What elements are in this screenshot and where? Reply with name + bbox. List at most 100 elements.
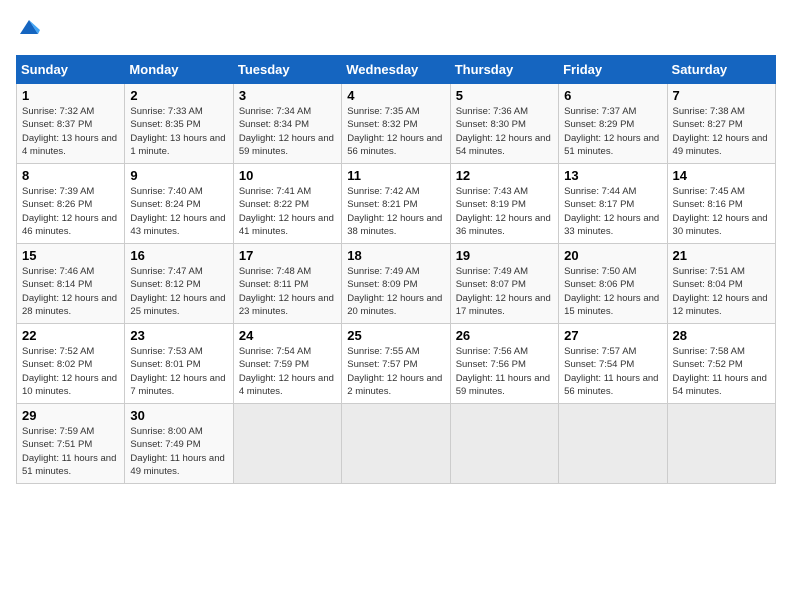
calendar-day-cell: 26 Sunrise: 7:56 AM Sunset: 7:56 PM Dayl… bbox=[450, 324, 558, 404]
page-header bbox=[16, 16, 776, 43]
day-number: 9 bbox=[130, 168, 227, 183]
calendar-week-row: 8 Sunrise: 7:39 AM Sunset: 8:26 PM Dayli… bbox=[17, 164, 776, 244]
calendar-day-cell: 25 Sunrise: 7:55 AM Sunset: 7:57 PM Dayl… bbox=[342, 324, 450, 404]
calendar-day-cell: 3 Sunrise: 7:34 AM Sunset: 8:34 PM Dayli… bbox=[233, 84, 341, 164]
column-header-tuesday: Tuesday bbox=[233, 56, 341, 84]
day-info: Sunrise: 7:52 AM Sunset: 8:02 PM Dayligh… bbox=[22, 345, 119, 398]
calendar-day-cell: 11 Sunrise: 7:42 AM Sunset: 8:21 PM Dayl… bbox=[342, 164, 450, 244]
day-number: 10 bbox=[239, 168, 336, 183]
day-number: 13 bbox=[564, 168, 661, 183]
column-header-saturday: Saturday bbox=[667, 56, 775, 84]
column-header-monday: Monday bbox=[125, 56, 233, 84]
calendar-day-cell: 13 Sunrise: 7:44 AM Sunset: 8:17 PM Dayl… bbox=[559, 164, 667, 244]
day-info: Sunrise: 7:41 AM Sunset: 8:22 PM Dayligh… bbox=[239, 185, 336, 238]
empty-cell bbox=[559, 404, 667, 484]
calendar-day-cell: 5 Sunrise: 7:36 AM Sunset: 8:30 PM Dayli… bbox=[450, 84, 558, 164]
day-info: Sunrise: 7:58 AM Sunset: 7:52 PM Dayligh… bbox=[673, 345, 770, 398]
calendar-day-cell: 19 Sunrise: 7:49 AM Sunset: 8:07 PM Dayl… bbox=[450, 244, 558, 324]
day-info: Sunrise: 7:33 AM Sunset: 8:35 PM Dayligh… bbox=[130, 105, 227, 158]
day-number: 17 bbox=[239, 248, 336, 263]
empty-cell bbox=[233, 404, 341, 484]
day-number: 24 bbox=[239, 328, 336, 343]
day-number: 20 bbox=[564, 248, 661, 263]
calendar-day-cell: 15 Sunrise: 7:46 AM Sunset: 8:14 PM Dayl… bbox=[17, 244, 125, 324]
day-number: 16 bbox=[130, 248, 227, 263]
calendar-week-row: 15 Sunrise: 7:46 AM Sunset: 8:14 PM Dayl… bbox=[17, 244, 776, 324]
day-info: Sunrise: 8:00 AM Sunset: 7:49 PM Dayligh… bbox=[130, 425, 227, 478]
column-header-friday: Friday bbox=[559, 56, 667, 84]
calendar-day-cell: 16 Sunrise: 7:47 AM Sunset: 8:12 PM Dayl… bbox=[125, 244, 233, 324]
calendar-day-cell: 8 Sunrise: 7:39 AM Sunset: 8:26 PM Dayli… bbox=[17, 164, 125, 244]
calendar-week-row: 1 Sunrise: 7:32 AM Sunset: 8:37 PM Dayli… bbox=[17, 84, 776, 164]
day-info: Sunrise: 7:54 AM Sunset: 7:59 PM Dayligh… bbox=[239, 345, 336, 398]
day-number: 27 bbox=[564, 328, 661, 343]
day-number: 15 bbox=[22, 248, 119, 263]
empty-cell bbox=[342, 404, 450, 484]
day-number: 28 bbox=[673, 328, 770, 343]
day-info: Sunrise: 7:32 AM Sunset: 8:37 PM Dayligh… bbox=[22, 105, 119, 158]
day-info: Sunrise: 7:51 AM Sunset: 8:04 PM Dayligh… bbox=[673, 265, 770, 318]
day-info: Sunrise: 7:43 AM Sunset: 8:19 PM Dayligh… bbox=[456, 185, 553, 238]
day-info: Sunrise: 7:35 AM Sunset: 8:32 PM Dayligh… bbox=[347, 105, 444, 158]
column-header-wednesday: Wednesday bbox=[342, 56, 450, 84]
day-info: Sunrise: 7:38 AM Sunset: 8:27 PM Dayligh… bbox=[673, 105, 770, 158]
day-info: Sunrise: 7:50 AM Sunset: 8:06 PM Dayligh… bbox=[564, 265, 661, 318]
day-info: Sunrise: 7:47 AM Sunset: 8:12 PM Dayligh… bbox=[130, 265, 227, 318]
day-number: 12 bbox=[456, 168, 553, 183]
calendar-day-cell: 27 Sunrise: 7:57 AM Sunset: 7:54 PM Dayl… bbox=[559, 324, 667, 404]
day-number: 2 bbox=[130, 88, 227, 103]
calendar-day-cell: 29 Sunrise: 7:59 AM Sunset: 7:51 PM Dayl… bbox=[17, 404, 125, 484]
day-number: 29 bbox=[22, 408, 119, 423]
logo bbox=[16, 16, 40, 43]
empty-cell bbox=[450, 404, 558, 484]
calendar-day-cell: 24 Sunrise: 7:54 AM Sunset: 7:59 PM Dayl… bbox=[233, 324, 341, 404]
day-number: 8 bbox=[22, 168, 119, 183]
calendar-day-cell: 17 Sunrise: 7:48 AM Sunset: 8:11 PM Dayl… bbox=[233, 244, 341, 324]
calendar-day-cell: 22 Sunrise: 7:52 AM Sunset: 8:02 PM Dayl… bbox=[17, 324, 125, 404]
day-info: Sunrise: 7:44 AM Sunset: 8:17 PM Dayligh… bbox=[564, 185, 661, 238]
day-number: 5 bbox=[456, 88, 553, 103]
calendar-day-cell: 10 Sunrise: 7:41 AM Sunset: 8:22 PM Dayl… bbox=[233, 164, 341, 244]
column-header-sunday: Sunday bbox=[17, 56, 125, 84]
day-info: Sunrise: 7:48 AM Sunset: 8:11 PM Dayligh… bbox=[239, 265, 336, 318]
day-number: 3 bbox=[239, 88, 336, 103]
calendar-day-cell: 21 Sunrise: 7:51 AM Sunset: 8:04 PM Dayl… bbox=[667, 244, 775, 324]
day-number: 30 bbox=[130, 408, 227, 423]
day-number: 4 bbox=[347, 88, 444, 103]
day-number: 14 bbox=[673, 168, 770, 183]
day-info: Sunrise: 7:57 AM Sunset: 7:54 PM Dayligh… bbox=[564, 345, 661, 398]
calendar-day-cell: 18 Sunrise: 7:49 AM Sunset: 8:09 PM Dayl… bbox=[342, 244, 450, 324]
day-number: 22 bbox=[22, 328, 119, 343]
day-number: 23 bbox=[130, 328, 227, 343]
day-info: Sunrise: 7:49 AM Sunset: 8:07 PM Dayligh… bbox=[456, 265, 553, 318]
calendar-header-row: SundayMondayTuesdayWednesdayThursdayFrid… bbox=[17, 56, 776, 84]
calendar-day-cell: 9 Sunrise: 7:40 AM Sunset: 8:24 PM Dayli… bbox=[125, 164, 233, 244]
calendar-week-row: 29 Sunrise: 7:59 AM Sunset: 7:51 PM Dayl… bbox=[17, 404, 776, 484]
day-number: 7 bbox=[673, 88, 770, 103]
empty-cell bbox=[667, 404, 775, 484]
day-info: Sunrise: 7:34 AM Sunset: 8:34 PM Dayligh… bbox=[239, 105, 336, 158]
day-info: Sunrise: 7:46 AM Sunset: 8:14 PM Dayligh… bbox=[22, 265, 119, 318]
day-info: Sunrise: 7:55 AM Sunset: 7:57 PM Dayligh… bbox=[347, 345, 444, 398]
day-info: Sunrise: 7:49 AM Sunset: 8:09 PM Dayligh… bbox=[347, 265, 444, 318]
calendar-day-cell: 14 Sunrise: 7:45 AM Sunset: 8:16 PM Dayl… bbox=[667, 164, 775, 244]
day-info: Sunrise: 7:45 AM Sunset: 8:16 PM Dayligh… bbox=[673, 185, 770, 238]
calendar-week-row: 22 Sunrise: 7:52 AM Sunset: 8:02 PM Dayl… bbox=[17, 324, 776, 404]
calendar-day-cell: 2 Sunrise: 7:33 AM Sunset: 8:35 PM Dayli… bbox=[125, 84, 233, 164]
calendar-day-cell: 6 Sunrise: 7:37 AM Sunset: 8:29 PM Dayli… bbox=[559, 84, 667, 164]
day-number: 21 bbox=[673, 248, 770, 263]
day-number: 18 bbox=[347, 248, 444, 263]
day-number: 19 bbox=[456, 248, 553, 263]
calendar-day-cell: 4 Sunrise: 7:35 AM Sunset: 8:32 PM Dayli… bbox=[342, 84, 450, 164]
logo-icon bbox=[18, 16, 40, 38]
day-number: 11 bbox=[347, 168, 444, 183]
day-number: 26 bbox=[456, 328, 553, 343]
day-info: Sunrise: 7:39 AM Sunset: 8:26 PM Dayligh… bbox=[22, 185, 119, 238]
calendar-day-cell: 23 Sunrise: 7:53 AM Sunset: 8:01 PM Dayl… bbox=[125, 324, 233, 404]
calendar-day-cell: 28 Sunrise: 7:58 AM Sunset: 7:52 PM Dayl… bbox=[667, 324, 775, 404]
day-info: Sunrise: 7:42 AM Sunset: 8:21 PM Dayligh… bbox=[347, 185, 444, 238]
day-info: Sunrise: 7:36 AM Sunset: 8:30 PM Dayligh… bbox=[456, 105, 553, 158]
calendar-table: SundayMondayTuesdayWednesdayThursdayFrid… bbox=[16, 55, 776, 484]
calendar-day-cell: 20 Sunrise: 7:50 AM Sunset: 8:06 PM Dayl… bbox=[559, 244, 667, 324]
calendar-day-cell: 7 Sunrise: 7:38 AM Sunset: 8:27 PM Dayli… bbox=[667, 84, 775, 164]
